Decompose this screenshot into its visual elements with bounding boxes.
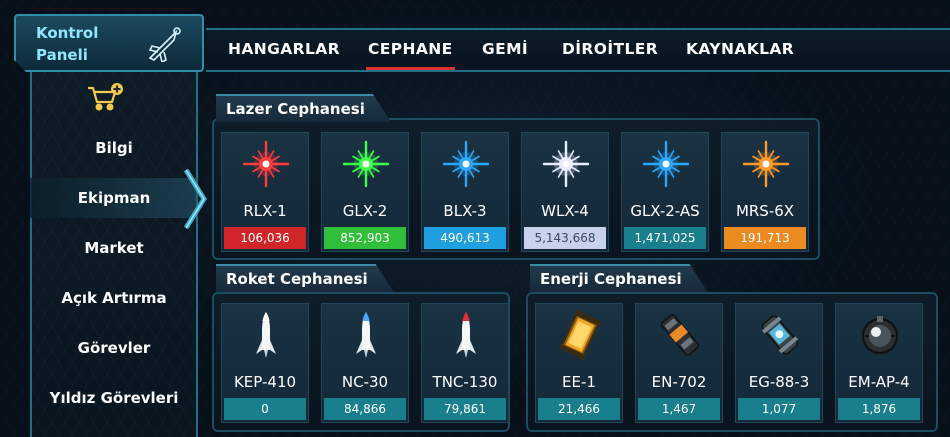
energy-item-icon	[755, 310, 805, 360]
sidebar: Bilgi Ekipman Market Açık Artırma Görevl…	[14, 72, 207, 437]
laser-item-card[interactable]: BLX-3 490,613	[421, 132, 509, 252]
active-chevron-icon	[183, 168, 207, 230]
laser-item-count: 106,036	[224, 227, 306, 249]
tab-hangarlar[interactable]: HANGARLAR	[228, 40, 340, 58]
energy-item-count: 1,467	[638, 398, 720, 420]
laser-item-name: GLX-2-AS	[630, 202, 700, 220]
rocket-item-card[interactable]: KEP-410 0	[221, 303, 309, 423]
energy-item-card[interactable]: EE-1 21,466	[535, 303, 623, 423]
laser-item-name: MRS-6X	[735, 202, 795, 220]
laser-item-name: WLX-4	[541, 202, 589, 220]
tab-diroitler[interactable]: DİROİTLER	[562, 40, 658, 58]
laser-item-icon	[441, 139, 491, 189]
laser-item-card[interactable]: RLX-1 106,036	[221, 132, 309, 252]
top-navigation: HANGARLAR CEPHANE GEMİ DİROİTLER KAYNAKL…	[206, 28, 950, 72]
energy-item-icon	[855, 310, 905, 360]
rocket-item-name: KEP-410	[233, 373, 297, 391]
laser-item-icon	[241, 139, 291, 189]
tab-kaynaklar[interactable]: KAYNAKLAR	[686, 40, 794, 58]
laser-item-card[interactable]: MRS-6X 191,713	[721, 132, 809, 252]
energy-item-card[interactable]: EM-AP-4 1,876	[835, 303, 923, 423]
rocket-item-count: 84,866	[324, 398, 406, 420]
energy-item-name: EE-1	[562, 373, 596, 391]
sidebar-item-acik-artirma[interactable]: Açık Artırma	[30, 278, 198, 318]
energy-item-icon	[555, 310, 605, 360]
sidebar-item-bilgi[interactable]: Bilgi	[30, 128, 198, 168]
sidebar-item-gorevler[interactable]: Görevler	[30, 328, 198, 368]
energy-item-name: EM-AP-4	[848, 373, 910, 391]
energy-item-count: 21,466	[538, 398, 620, 420]
rocket-item-count: 79,861	[424, 398, 506, 420]
rocket-item-icon	[241, 310, 291, 360]
laser-item-count: 852,903	[324, 227, 406, 249]
laser-item-icon	[741, 139, 791, 189]
rocket-item-card[interactable]: NC-30 84,866	[321, 303, 409, 423]
energy-item-icon	[655, 310, 705, 360]
energy-item-count: 1,077	[738, 398, 820, 420]
laser-item-name: BLX-3	[443, 202, 487, 220]
laser-item-icon	[641, 139, 691, 189]
spaceship-icon	[146, 26, 184, 62]
laser-item-count: 5,143,668	[524, 227, 606, 249]
laser-item-card[interactable]: WLX-4 5,143,668	[521, 132, 609, 252]
rocket-item-name: NC-30	[341, 373, 389, 391]
control-panel-header[interactable]: Kontrol Paneli	[14, 14, 204, 72]
sidebar-item-market[interactable]: Market	[30, 228, 198, 268]
laser-ammo-title: Lazer Cephanesi	[216, 94, 391, 122]
laser-item-card[interactable]: GLX-2-AS 1,471,025	[621, 132, 709, 252]
energy-item-name: EN-702	[651, 373, 707, 391]
control-panel-title: Kontrol Paneli	[36, 24, 99, 64]
laser-item-count: 191,713	[724, 227, 806, 249]
laser-item-icon	[541, 139, 591, 189]
rocket-item-card[interactable]: TNC-130 79,861	[421, 303, 509, 423]
energy-ammo-title: Enerji Cephanesi	[530, 264, 708, 292]
rocket-item-name: TNC-130	[432, 373, 498, 391]
energy-item-card[interactable]: EG-88-3 1,077	[735, 303, 823, 423]
sidebar-item-yildiz-gorevleri[interactable]: Yıldız Görevleri	[30, 378, 198, 418]
energy-item-name: EG-88-3	[748, 373, 810, 391]
energy-item-card[interactable]: EN-702 1,467	[635, 303, 723, 423]
tab-gemi[interactable]: GEMİ	[482, 40, 528, 58]
laser-item-icon	[341, 139, 391, 189]
rocket-ammo-title: Roket Cephanesi	[216, 264, 394, 292]
laser-item-card[interactable]: GLX-2 852,903	[321, 132, 409, 252]
rocket-item-icon	[341, 310, 391, 360]
laser-item-count: 1,471,025	[624, 227, 706, 249]
laser-item-name: RLX-1	[243, 202, 287, 220]
tab-cephane[interactable]: CEPHANE	[366, 40, 455, 70]
laser-item-name: GLX-2	[342, 202, 388, 220]
rocket-item-icon	[441, 310, 491, 360]
shopping-cart-add-icon[interactable]	[86, 82, 124, 112]
sidebar-item-ekipman[interactable]: Ekipman	[30, 178, 198, 218]
laser-item-count: 490,613	[424, 227, 506, 249]
energy-item-count: 1,876	[838, 398, 920, 420]
rocket-item-count: 0	[224, 398, 306, 420]
